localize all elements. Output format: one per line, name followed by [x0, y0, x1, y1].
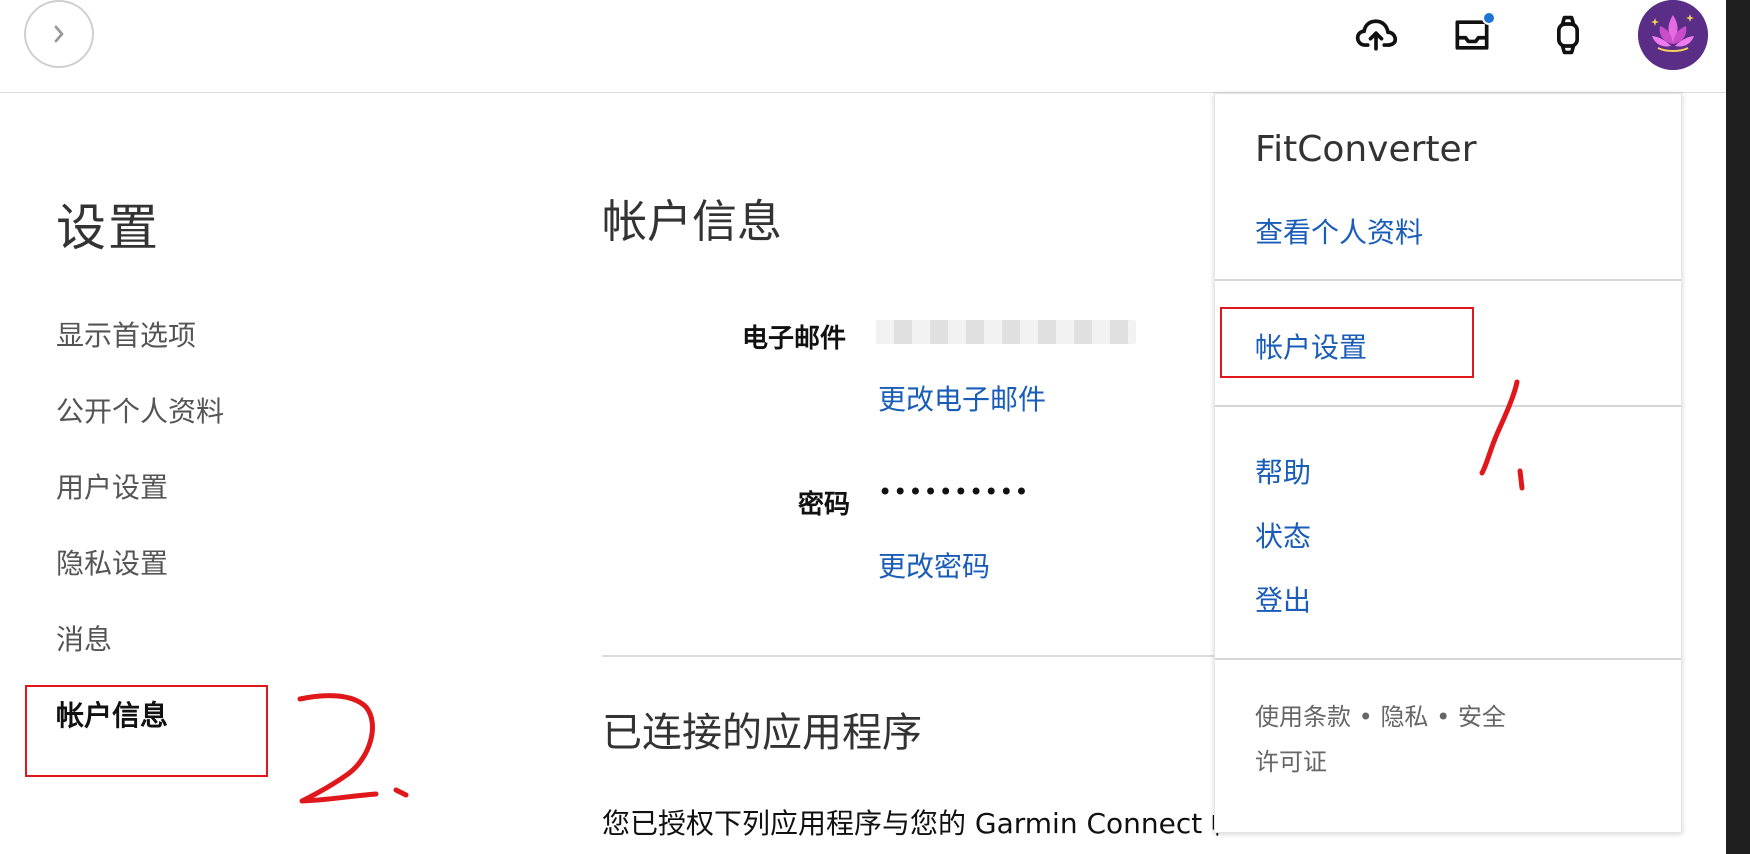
privacy-link[interactable]: 隐私	[1380, 703, 1428, 731]
sidebar-item-privacy-settings[interactable]: 隐私设置	[56, 542, 168, 582]
avatar-button[interactable]	[1638, 0, 1708, 70]
device-button[interactable]	[1542, 9, 1594, 61]
connected-apps-title: 已连接的应用程序	[602, 710, 922, 756]
nav-toggle-button[interactable]	[24, 0, 94, 68]
dropdown-divider-middle	[1215, 405, 1681, 407]
status-link[interactable]: 状态	[1255, 515, 1311, 555]
change-email-link[interactable]: 更改电子邮件	[878, 378, 1046, 418]
user-name: FitConverter	[1255, 129, 1477, 170]
top-bar	[0, 0, 1750, 93]
email-value-redacted	[876, 320, 1136, 344]
inbox-button[interactable]	[1446, 9, 1498, 61]
legal-links: 使用条款 • 隐私 • 安全	[1255, 697, 1506, 732]
sidebar-item-messages[interactable]: 消息	[56, 618, 112, 658]
vertical-scrollbar[interactable]	[1726, 0, 1750, 854]
connected-apps-description: 您已授权下列应用程序与您的 Garmin Connect 帐	[602, 807, 1222, 840]
logout-link[interactable]: 登出	[1255, 579, 1311, 619]
security-link[interactable]: 安全	[1458, 703, 1506, 731]
view-profile-link[interactable]: 查看个人资料	[1255, 211, 1423, 251]
lotus-icon	[1638, 0, 1708, 70]
notification-dot	[1482, 11, 1496, 25]
watch-icon	[1557, 15, 1579, 55]
password-label: 密码	[798, 490, 851, 520]
footer-separator: •	[1358, 703, 1373, 731]
dropdown-divider-bottom	[1215, 658, 1681, 660]
chevron-right-icon	[54, 25, 64, 43]
account-information-panel: 帐户信息 电子邮件 更改电子邮件 密码 •••••••••• 更改密码 已连接的…	[602, 92, 1222, 854]
password-value: ••••••••••	[878, 478, 1030, 506]
change-password-link[interactable]: 更改密码	[878, 545, 990, 585]
sidebar-item-display-preferences[interactable]: 显示首选项	[56, 314, 196, 354]
section-title: 帐户信息	[602, 195, 783, 248]
header-actions	[1350, 0, 1708, 70]
dropdown-divider-top	[1215, 279, 1681, 281]
annotation-box-account-information	[25, 685, 268, 777]
sidebar-item-user-settings[interactable]: 用户设置	[56, 466, 168, 506]
page-title: 设置	[56, 199, 160, 257]
license-link[interactable]: 许可证	[1255, 742, 1327, 777]
annotation-number-1	[1479, 379, 1525, 491]
upload-button[interactable]	[1350, 9, 1402, 61]
cloud-upload-icon	[1355, 19, 1398, 51]
help-link[interactable]: 帮助	[1255, 451, 1311, 491]
footer-separator: •	[1436, 703, 1451, 731]
sidebar-item-public-profile[interactable]: 公开个人资料	[56, 390, 224, 430]
annotation-box-account-settings	[1220, 307, 1474, 378]
annotation-number-2	[297, 693, 409, 804]
section-divider	[602, 655, 1222, 657]
page: 设置 显示首选项 公开个人资料 用户设置 隐私设置 消息 帐户信息 帐户信息 电…	[0, 0, 1750, 854]
email-label: 电子邮件	[742, 324, 847, 354]
terms-link[interactable]: 使用条款	[1255, 703, 1351, 731]
account-dropdown-menu: FitConverter 查看个人资料 帐户设置 帮助 状态 登出 使用条款 •…	[1214, 93, 1682, 833]
